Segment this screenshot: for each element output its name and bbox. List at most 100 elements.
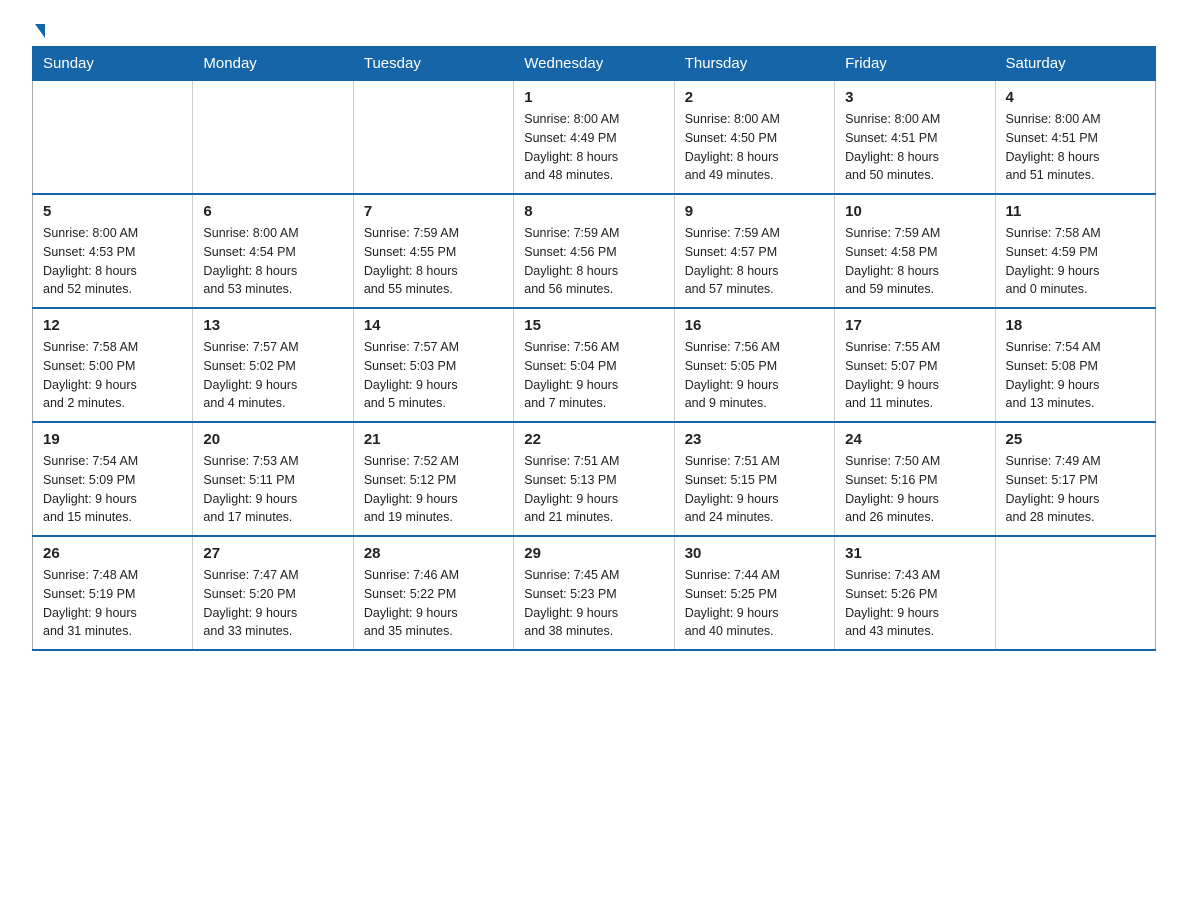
day-info: Sunrise: 7:55 AMSunset: 5:07 PMDaylight:…: [845, 338, 984, 413]
day-number: 10: [845, 203, 984, 220]
day-info: Sunrise: 7:50 AMSunset: 5:16 PMDaylight:…: [845, 452, 984, 527]
calendar-cell: 30 Sunrise: 7:44 AMSunset: 5:25 PMDayligh…: [674, 536, 834, 650]
day-number: 29: [524, 545, 663, 562]
day-number: 11: [1006, 203, 1145, 220]
day-info: Sunrise: 7:58 AMSunset: 4:59 PMDaylight:…: [1006, 224, 1145, 299]
day-info: Sunrise: 7:45 AMSunset: 5:23 PMDaylight:…: [524, 566, 663, 641]
day-info: Sunrise: 8:00 AMSunset: 4:53 PMDaylight:…: [43, 224, 182, 299]
day-number: 7: [364, 203, 503, 220]
calendar-cell: 9 Sunrise: 7:59 AMSunset: 4:57 PMDaylight…: [674, 194, 834, 308]
calendar-cell: 20 Sunrise: 7:53 AMSunset: 5:11 PMDayligh…: [193, 422, 353, 536]
calendar-cell: 17 Sunrise: 7:55 AMSunset: 5:07 PMDayligh…: [835, 308, 995, 422]
day-number: 20: [203, 431, 342, 448]
day-number: 16: [685, 317, 824, 334]
calendar-cell: 26 Sunrise: 7:48 AMSunset: 5:19 PMDayligh…: [33, 536, 193, 650]
calendar-cell: 28Sunrise: 7:46 AMSunset: 5:22 PMDayligh…: [353, 536, 513, 650]
day-info: Sunrise: 7:54 AMSunset: 5:08 PMDaylight:…: [1006, 338, 1145, 413]
day-info: Sunrise: 7:53 AMSunset: 5:11 PMDaylight:…: [203, 452, 342, 527]
day-info: Sunrise: 7:56 AMSunset: 5:04 PMDaylight:…: [524, 338, 663, 413]
calendar-cell: 27Sunrise: 7:47 AMSunset: 5:20 PMDayligh…: [193, 536, 353, 650]
weekday-header-saturday: Saturday: [995, 47, 1155, 81]
day-info: Sunrise: 7:59 AMSunset: 4:56 PMDaylight:…: [524, 224, 663, 299]
calendar-body: 1 Sunrise: 8:00 AMSunset: 4:49 PMDaylight…: [33, 81, 1156, 651]
calendar-cell: 21 Sunrise: 7:52 AMSunset: 5:12 PMDayligh…: [353, 422, 513, 536]
day-number: 19: [43, 431, 182, 448]
page-header: [32, 24, 1156, 34]
day-info: Sunrise: 8:00 AMSunset: 4:49 PMDaylight:…: [524, 110, 663, 185]
day-number: 5: [43, 203, 182, 220]
day-number: 21: [364, 431, 503, 448]
day-number: 22: [524, 431, 663, 448]
day-info: Sunrise: 7:57 AMSunset: 5:02 PMDaylight:…: [203, 338, 342, 413]
day-info: Sunrise: 7:48 AMSunset: 5:19 PMDaylight:…: [43, 566, 182, 641]
day-info: Sunrise: 7:46 AMSunset: 5:22 PMDaylight:…: [364, 566, 503, 641]
day-info: Sunrise: 7:59 AMSunset: 4:55 PMDaylight:…: [364, 224, 503, 299]
weekday-header-friday: Friday: [835, 47, 995, 81]
day-number: 8: [524, 203, 663, 220]
day-number: 2: [685, 89, 824, 106]
calendar-cell: 19 Sunrise: 7:54 AMSunset: 5:09 PMDayligh…: [33, 422, 193, 536]
weekday-header-wednesday: Wednesday: [514, 47, 674, 81]
day-number: 25: [1006, 431, 1145, 448]
day-number: 24: [845, 431, 984, 448]
day-number: 3: [845, 89, 984, 106]
day-number: 31: [845, 545, 984, 562]
calendar-cell: 23Sunrise: 7:51 AMSunset: 5:15 PMDayligh…: [674, 422, 834, 536]
day-number: 4: [1006, 89, 1145, 106]
day-number: 18: [1006, 317, 1145, 334]
day-info: Sunrise: 7:47 AMSunset: 5:20 PMDaylight:…: [203, 566, 342, 641]
day-number: 9: [685, 203, 824, 220]
day-info: Sunrise: 8:00 AMSunset: 4:54 PMDaylight:…: [203, 224, 342, 299]
day-info: Sunrise: 7:44 AMSunset: 5:25 PMDaylight:…: [685, 566, 824, 641]
calendar-cell: [353, 81, 513, 195]
calendar-cell: 25Sunrise: 7:49 AMSunset: 5:17 PMDayligh…: [995, 422, 1155, 536]
day-info: Sunrise: 7:57 AMSunset: 5:03 PMDaylight:…: [364, 338, 503, 413]
day-info: Sunrise: 7:58 AMSunset: 5:00 PMDaylight:…: [43, 338, 182, 413]
calendar-cell: 16 Sunrise: 7:56 AMSunset: 5:05 PMDayligh…: [674, 308, 834, 422]
calendar-cell: 13Sunrise: 7:57 AMSunset: 5:02 PMDayligh…: [193, 308, 353, 422]
day-info: Sunrise: 7:59 AMSunset: 4:58 PMDaylight:…: [845, 224, 984, 299]
day-info: Sunrise: 8:00 AMSunset: 4:51 PMDaylight:…: [845, 110, 984, 185]
weekday-header-monday: Monday: [193, 47, 353, 81]
calendar-cell: [193, 81, 353, 195]
logo: [32, 24, 45, 34]
day-info: Sunrise: 8:00 AMSunset: 4:51 PMDaylight:…: [1006, 110, 1145, 185]
calendar-cell: [33, 81, 193, 195]
day-info: Sunrise: 7:59 AMSunset: 4:57 PMDaylight:…: [685, 224, 824, 299]
day-info: Sunrise: 7:54 AMSunset: 5:09 PMDaylight:…: [43, 452, 182, 527]
calendar-cell: 8 Sunrise: 7:59 AMSunset: 4:56 PMDaylight…: [514, 194, 674, 308]
day-info: Sunrise: 7:56 AMSunset: 5:05 PMDaylight:…: [685, 338, 824, 413]
day-number: 1: [524, 89, 663, 106]
weekday-header-row: SundayMondayTuesdayWednesdayThursdayFrid…: [33, 47, 1156, 81]
calendar-week-2: 5 Sunrise: 8:00 AMSunset: 4:53 PMDaylight…: [33, 194, 1156, 308]
day-info: Sunrise: 8:00 AMSunset: 4:50 PMDaylight:…: [685, 110, 824, 185]
calendar-header: SundayMondayTuesdayWednesdayThursdayFrid…: [33, 47, 1156, 81]
day-number: 17: [845, 317, 984, 334]
calendar-week-4: 19 Sunrise: 7:54 AMSunset: 5:09 PMDayligh…: [33, 422, 1156, 536]
calendar-cell: 7 Sunrise: 7:59 AMSunset: 4:55 PMDaylight…: [353, 194, 513, 308]
calendar-cell: 15Sunrise: 7:56 AMSunset: 5:04 PMDayligh…: [514, 308, 674, 422]
calendar-week-3: 12 Sunrise: 7:58 AMSunset: 5:00 PMDayligh…: [33, 308, 1156, 422]
day-number: 23: [685, 431, 824, 448]
weekday-header-tuesday: Tuesday: [353, 47, 513, 81]
calendar-cell: 18 Sunrise: 7:54 AMSunset: 5:08 PMDayligh…: [995, 308, 1155, 422]
day-number: 12: [43, 317, 182, 334]
calendar-cell: 3 Sunrise: 8:00 AMSunset: 4:51 PMDaylight…: [835, 81, 995, 195]
calendar-cell: 29 Sunrise: 7:45 AMSunset: 5:23 PMDayligh…: [514, 536, 674, 650]
calendar-cell: 2 Sunrise: 8:00 AMSunset: 4:50 PMDaylight…: [674, 81, 834, 195]
day-number: 26: [43, 545, 182, 562]
weekday-header-sunday: Sunday: [33, 47, 193, 81]
calendar-cell: 22Sunrise: 7:51 AMSunset: 5:13 PMDayligh…: [514, 422, 674, 536]
day-info: Sunrise: 7:52 AMSunset: 5:12 PMDaylight:…: [364, 452, 503, 527]
calendar-cell: [995, 536, 1155, 650]
calendar-cell: 10 Sunrise: 7:59 AMSunset: 4:58 PMDayligh…: [835, 194, 995, 308]
day-number: 30: [685, 545, 824, 562]
calendar-cell: 5 Sunrise: 8:00 AMSunset: 4:53 PMDaylight…: [33, 194, 193, 308]
day-info: Sunrise: 7:43 AMSunset: 5:26 PMDaylight:…: [845, 566, 984, 641]
calendar-cell: 31 Sunrise: 7:43 AMSunset: 5:26 PMDayligh…: [835, 536, 995, 650]
calendar-cell: 6Sunrise: 8:00 AMSunset: 4:54 PMDaylight…: [193, 194, 353, 308]
calendar-week-5: 26 Sunrise: 7:48 AMSunset: 5:19 PMDayligh…: [33, 536, 1156, 650]
weekday-header-thursday: Thursday: [674, 47, 834, 81]
calendar-table: SundayMondayTuesdayWednesdayThursdayFrid…: [32, 46, 1156, 651]
calendar-cell: 14Sunrise: 7:57 AMSunset: 5:03 PMDayligh…: [353, 308, 513, 422]
